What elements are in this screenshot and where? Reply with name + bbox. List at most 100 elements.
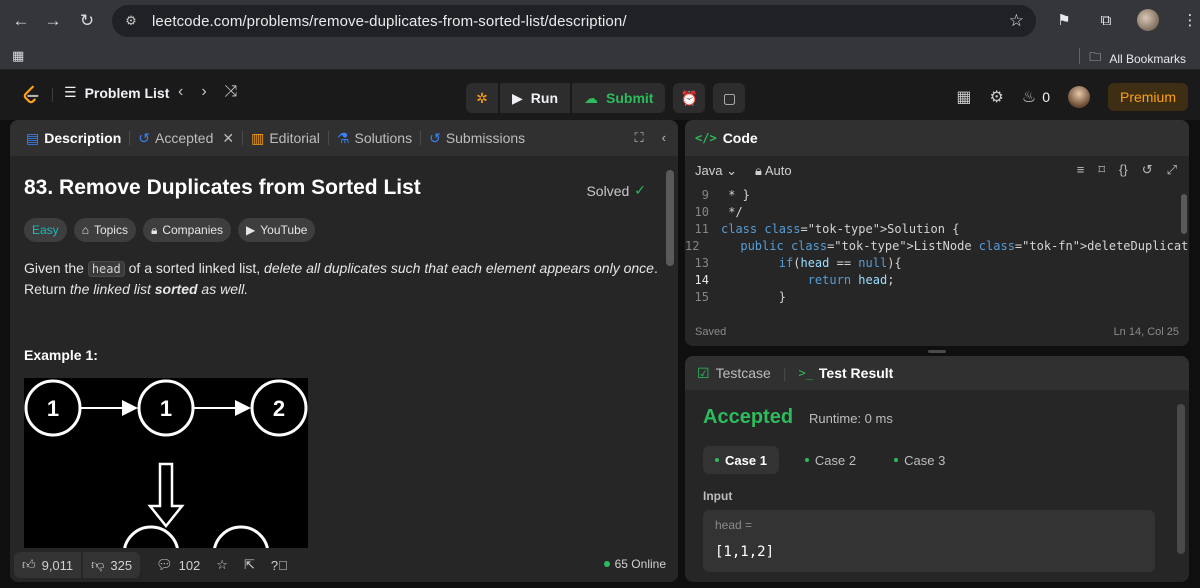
- tab-description[interactable]: ▤ Description: [20, 130, 127, 147]
- fullscreen-icon[interactable]: ⛶: [635, 130, 644, 146]
- tab-accepted-label: Accepted: [154, 130, 214, 146]
- profile-avatar[interactable]: [1134, 6, 1162, 34]
- next-problem-icon[interactable]: ›: [201, 83, 206, 101]
- browser-toolbar: ← → ↻ ⚙ leetcode.com/problems/remove-dup…: [0, 0, 1200, 42]
- lock-icon: 🔒︎: [754, 163, 762, 178]
- code-line: 13 if(head == null){: [694, 255, 902, 270]
- tab-editorial[interactable]: ▥ Editorial: [245, 130, 326, 147]
- cloud-upload-icon: ☁: [584, 89, 598, 106]
- problem-description: Given the head of a sorted linked list, …: [24, 260, 658, 297]
- dislike-count: 325: [110, 557, 133, 573]
- scrollbar-thumb[interactable]: [666, 170, 674, 266]
- reset-icon[interactable]: ↺: [1142, 162, 1153, 178]
- site-info-icon[interactable]: ⚙: [122, 12, 140, 30]
- address-bar[interactable]: ⚙ leetcode.com/problems/remove-duplicate…: [112, 5, 1036, 37]
- streak-counter[interactable]: ♨ 0: [1022, 87, 1050, 107]
- comments-button[interactable]: 💬︎ 102: [156, 557, 200, 573]
- code-title: Code: [722, 130, 758, 146]
- code-editor[interactable]: 9 * } 10 */ 11 class class="tok-type">Sol…: [685, 186, 1189, 306]
- run-button[interactable]: ▶ Run: [500, 83, 570, 113]
- premium-button[interactable]: Premium: [1107, 83, 1188, 111]
- tab-test-result[interactable]: Test Result: [819, 365, 893, 381]
- tab-accepted[interactable]: ↺ Accepted ✕: [132, 130, 240, 147]
- bookmark-icon[interactable]: ⌑: [1098, 162, 1105, 178]
- close-tab-icon[interactable]: ✕: [222, 130, 234, 147]
- apps-grid-icon[interactable]: ▦: [12, 48, 24, 64]
- dislike-button[interactable]: 👎︎ 325: [83, 552, 141, 578]
- favorite-button[interactable]: ☆: [216, 557, 228, 573]
- extension-icon[interactable]: ⚑: [1050, 6, 1078, 34]
- like-button[interactable]: 👍︎ 9,011: [14, 552, 82, 578]
- verdict: Accepted: [703, 406, 794, 428]
- streak-count: 0: [1042, 89, 1050, 105]
- submit-button[interactable]: ☁ Submit: [572, 83, 666, 113]
- back-icon[interactable]: ←: [8, 8, 34, 34]
- extensions-puzzle-icon[interactable]: ⧉: [1092, 6, 1120, 34]
- url-text[interactable]: leetcode.com/problems/remove-duplicates-…: [152, 13, 627, 30]
- youtube-icon: ▶: [246, 223, 256, 237]
- code-scrollbar[interactable]: [1181, 194, 1187, 234]
- comment-icon: 💬︎: [156, 557, 173, 572]
- forward-icon[interactable]: →: [40, 8, 66, 34]
- bookmarks-bar: ▦ 🗀 All Bookmarks: [0, 42, 1200, 70]
- auto-mode[interactable]: 🔒︎ Auto: [755, 163, 792, 179]
- play-icon: ▶: [512, 89, 523, 106]
- nav-separator: [52, 88, 53, 102]
- prev-problem-icon[interactable]: ‹: [178, 83, 183, 101]
- description-scrollbar[interactable]: [666, 170, 674, 542]
- timer-button[interactable]: ⏰: [673, 83, 706, 113]
- share-button[interactable]: ⇱: [244, 557, 255, 573]
- tab-separator: [129, 131, 131, 145]
- test-scrollbar[interactable]: [1177, 394, 1185, 574]
- checkbox-icon: ☑: [697, 364, 710, 381]
- collapse-panel-icon[interactable]: ‹: [662, 130, 666, 146]
- panel-resize-handle[interactable]: [928, 350, 946, 353]
- cursor-position: Ln 14, Col 25: [1113, 326, 1179, 338]
- debug-button[interactable]: ✲: [466, 83, 498, 113]
- list-icon: ☰: [64, 84, 77, 100]
- companies-chip[interactable]: 🔒︎ Companies: [142, 218, 232, 242]
- alarm-icon: ⏰: [680, 89, 699, 106]
- format-icon[interactable]: ≡: [1077, 162, 1085, 178]
- scrollbar-thumb[interactable]: [1177, 404, 1185, 554]
- code-panel-header: </> Code: [685, 120, 1189, 156]
- node-value: 2: [273, 396, 285, 421]
- language-select[interactable]: Java ⌄: [695, 163, 737, 179]
- tab-submissions[interactable]: ↺ Submissions: [423, 130, 531, 147]
- settings-gear-icon[interactable]: ⚙: [990, 87, 1004, 107]
- all-bookmarks-label: All Bookmarks: [1109, 51, 1186, 66]
- case-tab-1[interactable]: Case 1: [703, 446, 779, 474]
- input-value-box: head = [1,1,2]: [703, 510, 1155, 572]
- pass-dot: [804, 458, 809, 462]
- layout-grid-icon[interactable]: ▦: [956, 87, 971, 107]
- code-line: 9 * }: [701, 187, 750, 202]
- tab-separator: |: [782, 365, 787, 381]
- notes-button[interactable]: ▢: [713, 83, 746, 113]
- thumbs-up-icon: 👍︎: [22, 557, 36, 572]
- flask-icon: ⚗: [336, 129, 350, 146]
- online-dot: [603, 561, 610, 567]
- user-avatar[interactable]: [1067, 86, 1090, 108]
- tab-testcase[interactable]: Testcase: [716, 365, 771, 381]
- node-value: 1: [47, 396, 59, 421]
- problem-list-label: Problem List: [84, 84, 170, 101]
- problem-list-button[interactable]: ☰ Problem List: [64, 84, 169, 101]
- expand-icon[interactable]: ⤢: [1167, 162, 1177, 178]
- youtube-chip[interactable]: ▶ YouTube: [238, 218, 316, 242]
- run-label: Run: [530, 90, 558, 106]
- reload-icon[interactable]: ↻: [74, 8, 100, 34]
- chrome-menu-icon[interactable]: ⋮: [1176, 6, 1200, 34]
- help-button[interactable]: ?⃝: [271, 558, 288, 573]
- tab-editorial-label: Editorial: [269, 130, 320, 146]
- shuffle-icon[interactable]: ⤨: [225, 83, 238, 101]
- braces-icon[interactable]: {}: [1119, 162, 1128, 178]
- code-panel: </> Code Java ⌄ 🔒︎ Auto ≡ ⌑ {} ↺ ⤢ 9 * }…: [685, 120, 1189, 346]
- topics-chip[interactable]: ⌂ Topics: [73, 218, 136, 242]
- case-tab-3[interactable]: Case 3: [882, 446, 957, 474]
- tab-solutions[interactable]: ⚗ Solutions: [331, 130, 418, 147]
- all-bookmarks-button[interactable]: 🗀 All Bookmarks: [1089, 48, 1186, 69]
- bookmark-star-icon[interactable]: ☆: [1009, 11, 1024, 31]
- input-variable: head =: [715, 518, 753, 532]
- case-tab-2[interactable]: Case 2: [793, 446, 868, 474]
- leetcode-logo-icon[interactable]: [20, 84, 42, 106]
